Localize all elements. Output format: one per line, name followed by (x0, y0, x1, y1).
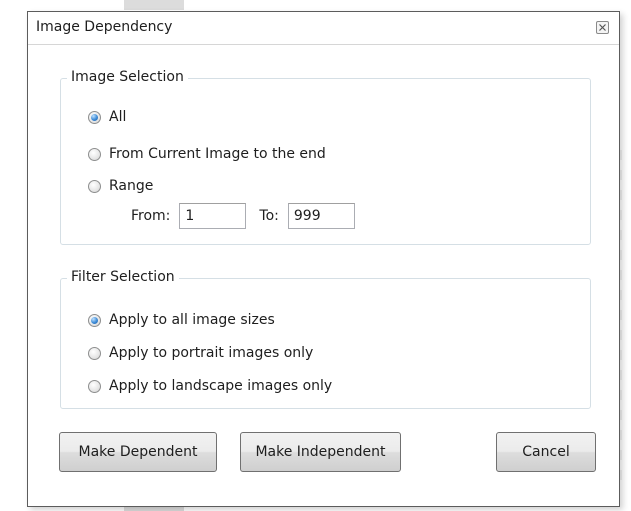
radio-landscape-only-indicator[interactable] (88, 379, 101, 393)
close-icon (599, 24, 606, 31)
image-selection-group: Image Selection All From Current Image t… (60, 69, 591, 245)
radio-all-indicator[interactable] (88, 110, 101, 124)
radio-all-sizes-label: Apply to all image sizes (109, 312, 275, 328)
radio-landscape-only[interactable]: Apply to landscape images only (88, 378, 332, 394)
background-window-edge-top (124, 0, 184, 10)
range-to-input[interactable] (287, 203, 355, 229)
radio-all-sizes[interactable]: Apply to all image sizes (88, 312, 275, 328)
make-independent-button[interactable]: Make Independent (240, 432, 401, 472)
radio-portrait-only-label: Apply to portrait images only (109, 345, 314, 361)
range-from-input[interactable] (179, 203, 247, 229)
range-to-label: To: (259, 208, 279, 224)
image-selection-legend: Image Selection (67, 69, 188, 85)
radio-landscape-only-label: Apply to landscape images only (109, 378, 333, 394)
radio-from-current-indicator[interactable] (88, 147, 101, 161)
close-button[interactable] (596, 21, 609, 34)
dialog-titlebar: Image Dependency (28, 12, 619, 45)
cancel-button[interactable]: Cancel (496, 432, 596, 472)
range-fields: From: To: (131, 203, 355, 229)
radio-from-current-label: From Current Image to the end (109, 146, 326, 162)
radio-all-label: All (109, 109, 127, 125)
radio-all[interactable]: All (88, 109, 126, 125)
radio-portrait-only-indicator[interactable] (88, 346, 101, 360)
filter-selection-group: Filter Selection Apply to all image size… (60, 269, 591, 409)
radio-range-label: Range (109, 178, 154, 194)
radio-all-sizes-indicator[interactable] (88, 313, 101, 327)
background-window-edge-right (620, 150, 622, 480)
dialog-title: Image Dependency (36, 19, 173, 35)
radio-range[interactable]: Range (88, 178, 153, 194)
radio-portrait-only[interactable]: Apply to portrait images only (88, 345, 313, 361)
filter-selection-legend: Filter Selection (67, 269, 179, 285)
range-from-label: From: (131, 208, 171, 224)
radio-from-current[interactable]: From Current Image to the end (88, 146, 326, 162)
make-dependent-button[interactable]: Make Dependent (59, 432, 217, 472)
radio-range-indicator[interactable] (88, 179, 101, 193)
image-dependency-dialog: Image Dependency Image Selection All Fro… (27, 11, 620, 507)
